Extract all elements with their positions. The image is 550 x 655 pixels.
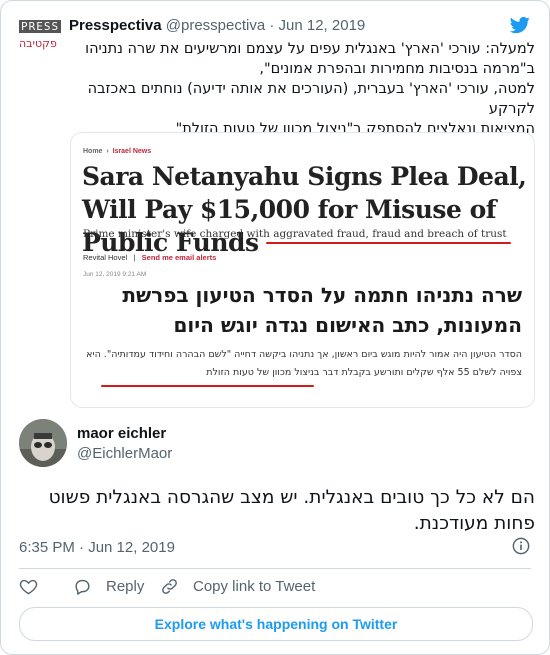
red-underline-hebrew <box>101 385 314 387</box>
tweet-embed-card: PRESS פקטיבה Presspectiva @presspectiva … <box>0 0 550 655</box>
reply-author-handle[interactable]: @EichlerMaor <box>77 445 172 462</box>
article-headline: Sara Netanyahu Signs Plea Deal, Will Pay… <box>82 162 527 257</box>
reply-bubble-icon <box>75 579 90 595</box>
explore-twitter-button[interactable]: Explore what's happening on Twitter <box>19 607 533 641</box>
avatar-photo <box>19 419 67 467</box>
hebrew-body: הסדר הטיעון היה אמור להיות מוגש ביום ראש… <box>86 349 522 378</box>
reply-label: Reply <box>106 578 145 595</box>
reply-tweet-text: הם לא כל כך טובים באנגלית. יש מצב שהגרסה… <box>48 487 535 534</box>
link-icon <box>162 579 177 594</box>
reply-button[interactable]: Reply <box>73 577 144 596</box>
article-date: Jun 12, 2019 9:21 AM <box>83 271 147 278</box>
quoted-handle-date[interactable]: @presspectiva · Jun 12, 2019 <box>166 17 366 34</box>
divider <box>19 568 531 569</box>
press-logo-subtext: פקטיבה <box>19 37 57 50</box>
like-button[interactable] <box>19 577 38 596</box>
article-image[interactable]: Home › Israel News Sara Netanyahu Signs … <box>70 132 535 408</box>
quoted-author-name[interactable]: Presspectiva <box>69 17 162 34</box>
article-subhead: Prime minister's wife charged with aggra… <box>83 228 507 240</box>
tweet-timestamp[interactable]: 6:35 PM · Jun 12, 2019 <box>19 539 175 556</box>
quoted-text-line: למטה, עורכי 'הארץ' בעברית, (העורכים את א… <box>87 81 535 117</box>
presspectiva-avatar[interactable]: PRESS פקטיבה <box>19 17 65 57</box>
quoted-text-line: ב"מרמה בנסיבות מחמירות ובהפרת אמונים", <box>259 61 535 77</box>
breadcrumb-section: Israel News <box>112 148 152 155</box>
article-author: Revital Hovel <box>83 253 128 262</box>
email-alert-link: Send me email alerts <box>141 253 217 262</box>
copy-link-button[interactable]: Copy link to Tweet <box>160 577 315 596</box>
avatar[interactable] <box>19 419 67 467</box>
breadcrumb-home: Home <box>83 148 103 155</box>
info-icon[interactable] <box>512 537 530 555</box>
red-underline-english <box>266 242 511 244</box>
press-logo-text: PRESS <box>19 20 62 33</box>
reply-author-name[interactable]: maor eichler <box>77 425 166 442</box>
quoted-text-line: למעלה: עורכי 'הארץ' באנגלית עפים על עצמם… <box>85 41 535 57</box>
quoted-tweet-header: Presspectiva @presspectiva · Jun 12, 201… <box>69 17 365 34</box>
quoted-tweet-text: למעלה: עורכי 'הארץ' באנגלית עפים על עצמם… <box>69 39 535 139</box>
breadcrumb: Home › Israel News <box>83 148 152 155</box>
heart-icon <box>19 579 38 595</box>
twitter-bird-icon[interactable] <box>509 15 531 35</box>
copy-link-label: Copy link to Tweet <box>193 578 316 595</box>
hebrew-headline: שרה נתניהו חתמה על הסדר הטיעון בפרשת המע… <box>122 283 522 337</box>
article-byline: Revital Hovel | Send me email alerts <box>83 253 217 262</box>
